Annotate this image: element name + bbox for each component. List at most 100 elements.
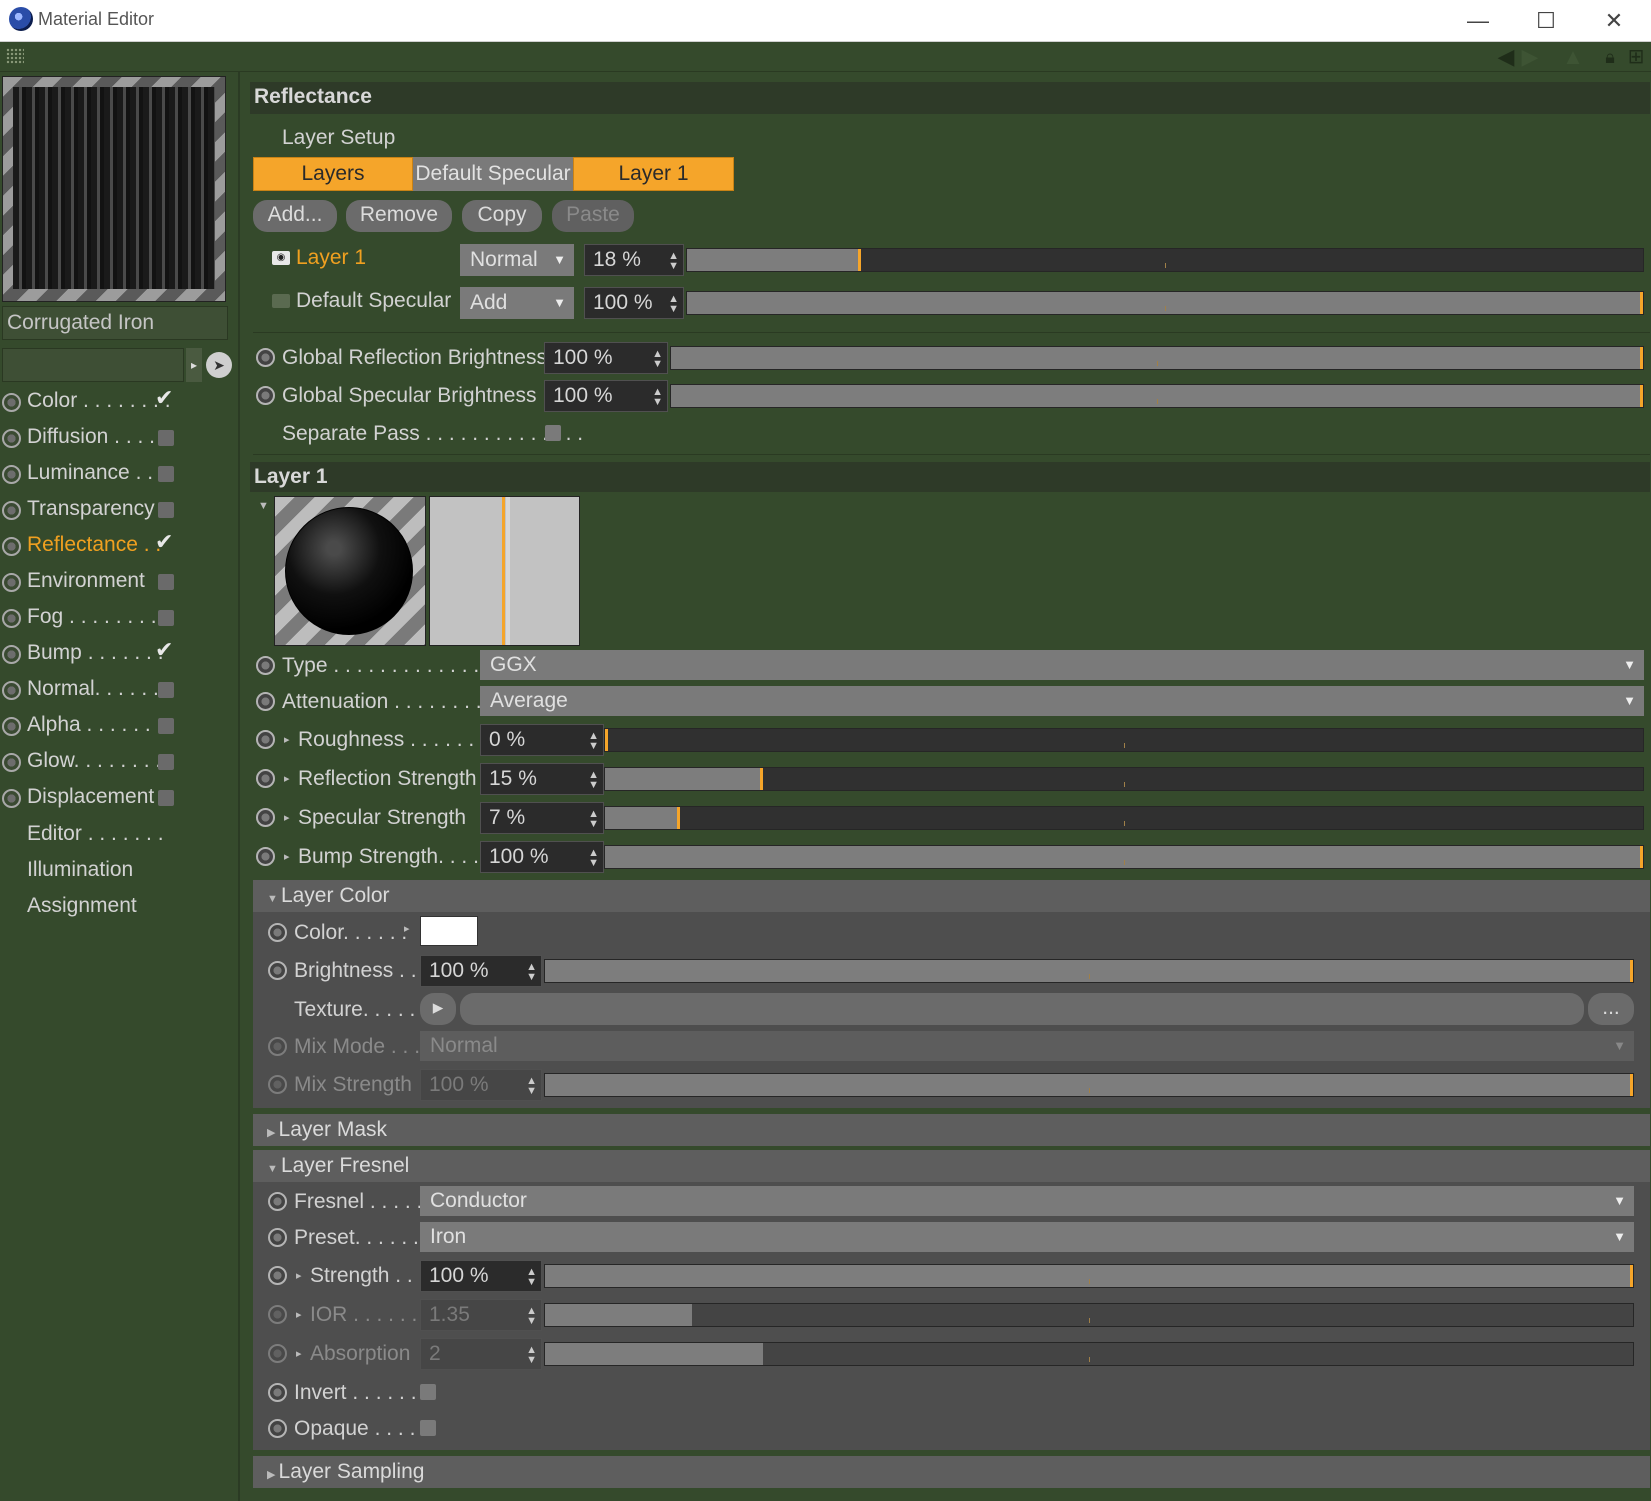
- spinner-icon[interactable]: ▲ ▼: [526, 1306, 537, 1327]
- brightness-field[interactable]: 100 % ▲ ▼: [420, 955, 542, 987]
- separate-pass-checkbox[interactable]: [545, 425, 561, 441]
- channel-item[interactable]: Diffusion . . . .: [0, 421, 236, 455]
- default-specular-blend-dropdown[interactable]: Add ▼: [460, 287, 574, 319]
- nav-assignment[interactable]: Assignment: [27, 894, 137, 918]
- channel-item[interactable]: Environment: [0, 565, 236, 599]
- minimize-button[interactable]: —: [1447, 4, 1509, 38]
- expand-arrow-icon[interactable]: ▸: [404, 922, 410, 935]
- copy-layer-button[interactable]: Copy: [462, 200, 542, 232]
- channel-item[interactable]: Displacement: [0, 781, 236, 815]
- channel-radio[interactable]: [2, 717, 21, 736]
- roughness-slider[interactable]: [604, 728, 1644, 752]
- channel-item[interactable]: Color . . . . . . . . ✔: [0, 385, 236, 419]
- preset-dropdown[interactable]: Iron ▼: [420, 1222, 1634, 1252]
- remove-layer-button[interactable]: Remove: [346, 200, 452, 232]
- channel-item[interactable]: Normal. . . . . .: [0, 673, 236, 707]
- bump-strength-radio[interactable]: [256, 847, 275, 866]
- mix-mode-dropdown[interactable]: Normal ▼: [420, 1031, 1634, 1061]
- attenuation-dropdown[interactable]: Average ▼: [480, 686, 1644, 716]
- texture-slot[interactable]: [460, 993, 1584, 1025]
- roughness-radio[interactable]: [256, 730, 275, 749]
- channel-checkbox[interactable]: [158, 610, 174, 626]
- expand-arrow-icon[interactable]: ▸: [296, 1347, 302, 1360]
- mix-mode-radio[interactable]: [268, 1037, 287, 1056]
- channel-checkbox[interactable]: [158, 790, 174, 806]
- pick-cursor-icon[interactable]: ➤: [206, 352, 232, 378]
- spinner-icon[interactable]: ▲ ▼: [668, 294, 679, 315]
- global-specular-radio[interactable]: [256, 386, 275, 405]
- channel-radio[interactable]: [2, 429, 21, 448]
- eye-hidden-icon[interactable]: [272, 294, 290, 308]
- channel-checkbox[interactable]: [158, 502, 174, 518]
- mix-strength-radio[interactable]: [268, 1075, 287, 1094]
- strength-field[interactable]: 100 % ▲ ▼: [420, 1260, 542, 1292]
- slider-handle[interactable]: [1640, 385, 1643, 407]
- tab-default-specular[interactable]: Default Specular: [413, 157, 573, 191]
- texture-more-button[interactable]: ...: [1588, 993, 1634, 1025]
- bump-strength-slider[interactable]: [604, 845, 1644, 869]
- reflection-strength-field[interactable]: 15 % ▲ ▼: [480, 763, 604, 795]
- mix-strength-slider[interactable]: [544, 1073, 1634, 1097]
- nav-editor[interactable]: Editor . . . . . . .: [27, 822, 164, 846]
- channel-item[interactable]: Fog . . . . . . . . .: [0, 601, 236, 635]
- default-specular-opacity-field[interactable]: 100 % ▲ ▼: [584, 287, 684, 319]
- close-button[interactable]: ✕: [1583, 4, 1645, 38]
- color-swatch[interactable]: [420, 916, 478, 946]
- spinner-icon[interactable]: ▲ ▼: [526, 962, 537, 983]
- invert-radio[interactable]: [268, 1383, 287, 1402]
- opaque-radio[interactable]: [268, 1419, 287, 1438]
- material-name-field[interactable]: Corrugated Iron: [2, 306, 228, 340]
- channel-checkbox[interactable]: [158, 466, 174, 482]
- roughness-field[interactable]: 0 % ▲ ▼: [480, 724, 604, 756]
- global-reflection-field[interactable]: 100 % ▲ ▼: [544, 342, 668, 374]
- spinner-icon[interactable]: ▲ ▼: [526, 1267, 537, 1288]
- forward-arrow-icon[interactable]: ▶: [1518, 45, 1542, 69]
- mix-strength-field[interactable]: 100 % ▲ ▼: [420, 1069, 542, 1101]
- spinner-icon[interactable]: ▲ ▼: [652, 387, 663, 408]
- channel-radio[interactable]: [2, 645, 21, 664]
- reflection-strength-slider[interactable]: [604, 767, 1644, 791]
- slider-handle[interactable]: [1640, 846, 1643, 868]
- channel-radio[interactable]: [2, 609, 21, 628]
- checkmark-icon[interactable]: ✔: [155, 529, 173, 555]
- tab-layers[interactable]: Layers: [253, 157, 413, 191]
- checkmark-icon[interactable]: ✔: [155, 637, 173, 663]
- layer1-opacity-field[interactable]: 18 % ▲ ▼: [584, 244, 684, 276]
- slider-handle[interactable]: [1640, 347, 1643, 369]
- type-dropdown[interactable]: GGX ▼: [480, 650, 1644, 680]
- nav-illumination[interactable]: Illumination: [27, 858, 133, 882]
- global-specular-field[interactable]: 100 % ▲ ▼: [544, 380, 668, 412]
- channel-radio[interactable]: [2, 573, 21, 592]
- spinner-icon[interactable]: ▲ ▼: [526, 1345, 537, 1366]
- absorption-field[interactable]: 2 ▲ ▼: [420, 1338, 542, 1370]
- back-arrow-icon[interactable]: ◀: [1494, 45, 1518, 69]
- slider-handle[interactable]: [605, 729, 608, 751]
- color-radio[interactable]: [268, 923, 287, 942]
- maximize-button[interactable]: ☐: [1515, 4, 1577, 38]
- slider-handle[interactable]: [1630, 1265, 1633, 1287]
- slider-handle[interactable]: [677, 807, 680, 829]
- grip-icon[interactable]: [6, 48, 24, 64]
- add-layer-button[interactable]: Add...: [253, 200, 337, 232]
- texture-arrow-button[interactable]: ▸: [420, 993, 456, 1025]
- opaque-checkbox[interactable]: [420, 1420, 436, 1436]
- invert-checkbox[interactable]: [420, 1384, 436, 1400]
- channel-checkbox[interactable]: [158, 754, 174, 770]
- channel-radio[interactable]: [2, 501, 21, 520]
- default-specular-opacity-slider[interactable]: [686, 291, 1644, 315]
- ior-field[interactable]: 1.35 ▲ ▼: [420, 1299, 542, 1331]
- material-preview[interactable]: [2, 76, 226, 302]
- expand-arrow-icon[interactable]: ▸: [284, 733, 290, 746]
- checkmark-icon[interactable]: ✔: [155, 385, 173, 411]
- global-reflection-slider[interactable]: [670, 346, 1644, 370]
- expand-arrow-icon[interactable]: ▸: [296, 1269, 302, 1282]
- spinner-icon[interactable]: ▲ ▼: [652, 349, 663, 370]
- expand-arrow-icon[interactable]: ▸: [284, 811, 290, 824]
- channel-checkbox[interactable]: [158, 430, 174, 446]
- layer-fresnel-header[interactable]: ▼ Layer Fresnel: [253, 1150, 1650, 1182]
- slider-handle[interactable]: [1630, 1074, 1633, 1096]
- attenuation-radio[interactable]: [256, 692, 275, 711]
- spinner-icon[interactable]: ▲ ▼: [588, 731, 599, 752]
- specular-strength-field[interactable]: 7 % ▲ ▼: [480, 802, 604, 834]
- layer1-name[interactable]: Layer 1: [296, 246, 366, 270]
